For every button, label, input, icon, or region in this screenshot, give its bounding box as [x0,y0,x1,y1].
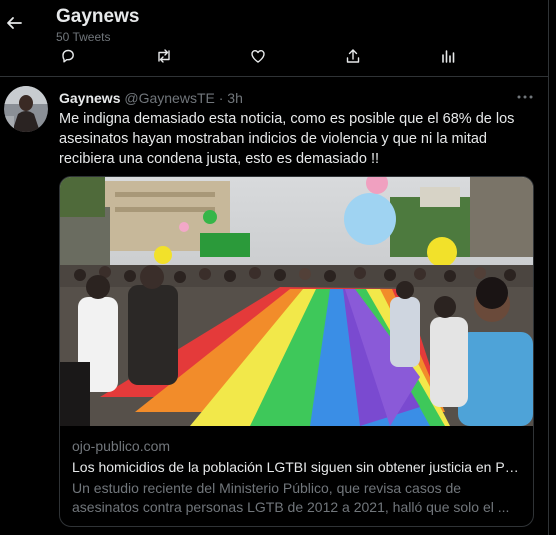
avatar[interactable] [4,86,48,132]
tweet-text: Me indigna demasiado esta noticia, como … [59,111,515,167]
reply-icon [62,49,74,63]
like-button[interactable] [246,44,270,68]
share-button[interactable] [341,44,365,68]
arrow-left-icon [7,17,22,29]
link-card[interactable]: ojo-publico.com Los homicidios de la pob… [59,176,534,527]
card-description: Un estudio reciente del Ministerio Públi… [72,480,510,515]
like-icon [251,50,265,63]
divider [0,76,548,77]
more-icon [517,95,533,99]
author-handle[interactable]: @GaynewsTE [124,90,214,106]
profile-header: Gaynews 50 Tweets [0,0,556,75]
share-icon [346,49,360,63]
tweet-count: 50 Tweets [56,30,111,44]
tweet-time[interactable]: 3h [227,90,243,106]
profile-name-title: Gaynews [56,6,140,27]
column-border [548,0,549,535]
card-title[interactable]: Los homicidios de la población LGTBI sig… [72,459,524,475]
author-name[interactable]: Gaynews [59,90,120,106]
analytics-icon [442,50,455,63]
reply-button[interactable] [56,44,80,68]
separator-dot: · [218,90,224,106]
tweet-author: Gaynews @GaynewsTE · 3h [59,90,243,106]
analytics-button[interactable] [436,44,460,68]
card-image [60,177,533,426]
back-button[interactable] [4,12,24,34]
retweet-icon [158,49,170,63]
card-domain: ojo-publico.com [72,438,171,454]
retweet-button[interactable] [152,44,176,68]
more-options-button[interactable] [514,89,536,105]
